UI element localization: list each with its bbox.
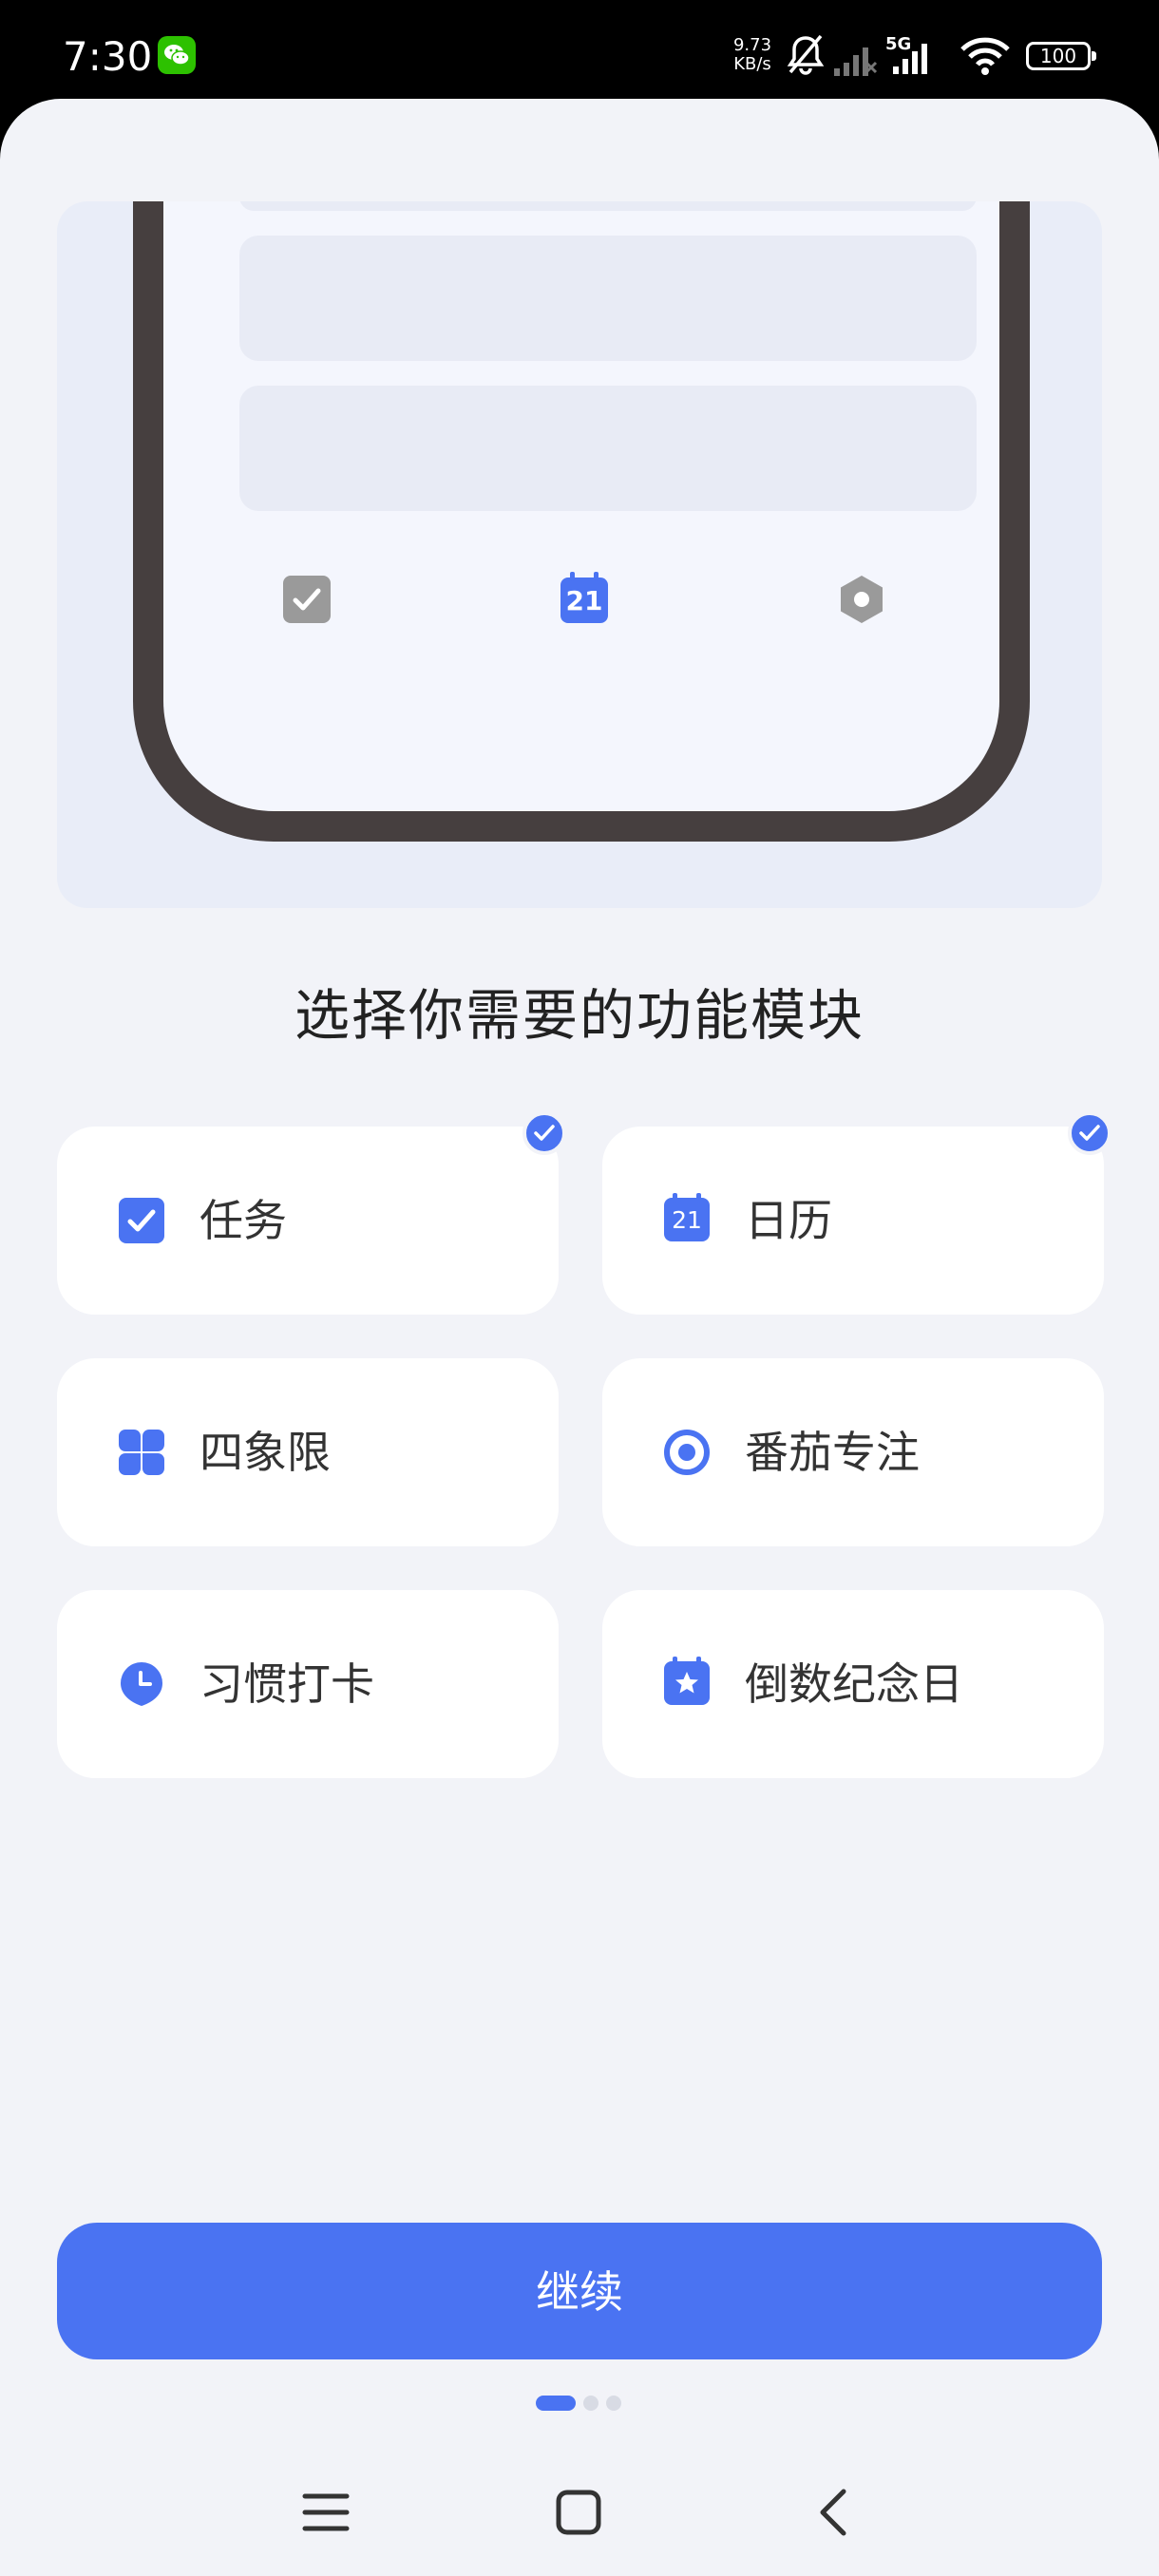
- module-label: 日历: [745, 1195, 832, 1246]
- page-dot: [606, 2396, 621, 2411]
- system-nav-bar: [0, 2451, 1159, 2576]
- placeholder-row: [239, 386, 977, 511]
- status-time: 7:30: [63, 33, 153, 80]
- module-card-countdown[interactable]: 倒数纪念日: [602, 1590, 1104, 1778]
- onboarding-sheet: 21 选择你需要的功能模块 任务 21 日历 四象限 番茄专注 习惯打卡 倒数纪…: [0, 99, 1159, 2576]
- status-icons: 5G 100: [779, 32, 1102, 82]
- countdown-star-icon: [664, 1657, 710, 1705]
- status-bar: 7:30 9.73 KB/s 5G 100: [0, 0, 1159, 99]
- module-label: 四象限: [200, 1427, 331, 1478]
- placeholder-row: [239, 236, 977, 361]
- page-dot-active: [536, 2396, 576, 2411]
- four-quadrant-icon: [119, 1430, 164, 1475]
- module-card-calendar[interactable]: 21 日历: [602, 1111, 1112, 1315]
- task-checkbox-icon: [119, 1198, 164, 1243]
- pomodoro-icon: [664, 1430, 710, 1475]
- page-title: 选择你需要的功能模块: [294, 983, 864, 1048]
- settings-icon: [841, 576, 883, 623]
- module-card-quadrant[interactable]: 四象限: [57, 1358, 559, 1546]
- checkbox-icon: [283, 576, 331, 623]
- module-label: 倒数纪念日: [745, 1658, 963, 1710]
- calendar-icon: 21: [663, 1193, 711, 1244]
- wechat-icon: [158, 36, 196, 74]
- page-indicator: [0, 2394, 1159, 2413]
- no-signal-icon: [834, 47, 878, 76]
- calendar-day-text: 21: [565, 585, 603, 616]
- placeholder-row: [239, 201, 977, 211]
- continue-button[interactable]: 继续: [57, 2223, 1102, 2359]
- net-speed: 9.73 KB/s: [732, 35, 772, 74]
- phone-mockup: 21: [133, 201, 1030, 842]
- battery-icon: 100: [1026, 42, 1096, 70]
- module-card-pomodoro[interactable]: 番茄专注: [602, 1358, 1104, 1546]
- mute-bell-icon: [787, 34, 825, 75]
- module-card-task[interactable]: 任务: [57, 1111, 566, 1315]
- wifi-icon: [960, 37, 1010, 75]
- home-icon[interactable]: [555, 2489, 602, 2536]
- signal-icon: [893, 44, 927, 74]
- selected-check-icon: [522, 1111, 566, 1155]
- back-icon[interactable]: [811, 2489, 859, 2536]
- page-dot: [583, 2396, 598, 2411]
- habit-clock-icon: [121, 1662, 162, 1706]
- selected-check-icon: [1068, 1111, 1112, 1155]
- module-label: 任务: [200, 1195, 287, 1246]
- module-label: 番茄专注: [745, 1427, 920, 1478]
- module-label: 习惯打卡: [200, 1658, 374, 1710]
- module-card-habit[interactable]: 习惯打卡: [57, 1590, 559, 1778]
- calendar-day-text: 21: [672, 1206, 702, 1234]
- menu-icon[interactable]: [302, 2489, 350, 2536]
- calendar-icon: 21: [559, 572, 610, 623]
- hero-illustration: 21: [57, 201, 1102, 908]
